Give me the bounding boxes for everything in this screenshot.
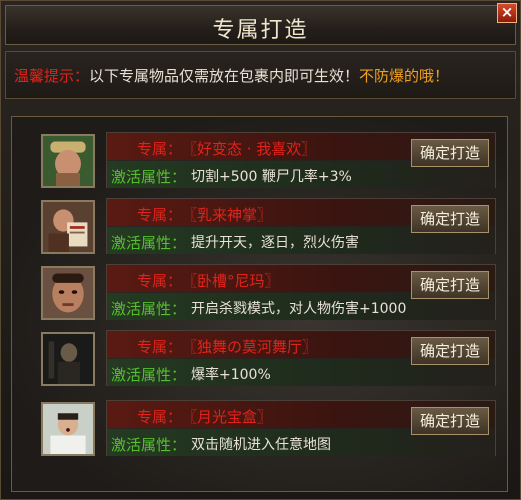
list-item: 专属： 〖月光宝盒〗 激活属性： 双击随机进入任意地图 确定打造 [22, 398, 498, 464]
item-name: 〖好变态 · 我喜欢〗 [182, 140, 317, 158]
list-item: 专属： 〖乳来神掌〗 激活属性： 提升开天，逐日，烈火伤害 确定打造 [22, 196, 498, 262]
tip-bar: 温馨提示：以下专属物品仅需放在包裹内即可生效！不防爆的哦！ [5, 51, 516, 99]
confirm-craft-button[interactable]: 确定打造 [411, 407, 489, 435]
startled-man-portrait-icon [41, 402, 95, 456]
list-item: 专属： 〖卧槽°尼玛〗 激活属性： 开启杀戮模式，对人物伤害+1000 确定打造 [22, 262, 498, 328]
exclusive-label: 专属： [137, 272, 183, 290]
window-title: 专属打造 [212, 18, 309, 43]
dark-figure-portrait-icon [41, 332, 95, 386]
item-name: 〖卧槽°尼玛〗 [182, 272, 280, 290]
attribute-label: 激活属性： [111, 436, 187, 454]
item-name: 〖月光宝盒〗 [182, 408, 273, 426]
item-name: 〖乳来神掌〗 [182, 206, 273, 224]
man-face-portrait-icon [41, 266, 95, 320]
list-item: 专属： 〖好变态 · 我喜欢〗 激活属性： 切割+500 鞭尸几率+3% 确定打造 [22, 130, 498, 196]
exclusive-label: 专属： [137, 206, 183, 224]
exclusive-label: 专属： [137, 408, 183, 426]
tip-label: 温馨提示： [14, 67, 90, 85]
item-list-panel: 专属： 〖好变态 · 我喜欢〗 激活属性： 切割+500 鞭尸几率+3% 确定打造 … [11, 116, 508, 492]
attribute-label: 激活属性： [111, 366, 187, 384]
man-holding-book-portrait-icon [41, 200, 95, 254]
confirm-craft-button[interactable]: 确定打造 [411, 139, 489, 167]
attribute-label: 激活属性： [111, 234, 187, 252]
attribute-label: 激活属性： [111, 168, 187, 186]
attribute-value: 双击随机进入任意地图 [191, 437, 331, 453]
close-button[interactable]: × [497, 3, 517, 23]
attribute-value: 开启杀戮模式，对人物伤害+1000 [191, 301, 407, 317]
exclusive-label: 专属： [137, 338, 183, 356]
confirm-craft-button[interactable]: 确定打造 [411, 205, 489, 233]
exclusive-label: 专属： [137, 140, 183, 158]
confirm-craft-button[interactable]: 确定打造 [411, 271, 489, 299]
attribute-value: 爆率+100% [191, 367, 271, 383]
man-straw-hat-portrait-icon [41, 134, 95, 188]
attribute-label: 激活属性： [111, 300, 187, 318]
tip-warning: 不防爆的哦！ [359, 67, 450, 85]
crafting-window: 专属打造 × 温馨提示：以下专属物品仅需放在包裹内即可生效！不防爆的哦！ 专属：… [0, 0, 521, 500]
list-item: 专属： 〖独舞の莫河舞厅〗 激活属性： 爆率+100% 确定打造 [22, 328, 498, 394]
title-bar: 专属打造 [5, 5, 516, 45]
attribute-value: 切割+500 鞭尸几率+3% [191, 169, 352, 185]
tip-text: 以下专属物品仅需放在包裹内即可生效！ [89, 67, 360, 85]
item-name: 〖独舞の莫河舞厅〗 [182, 338, 318, 356]
confirm-craft-button[interactable]: 确定打造 [411, 337, 489, 365]
attribute-value: 提升开天，逐日，烈火伤害 [191, 235, 359, 251]
